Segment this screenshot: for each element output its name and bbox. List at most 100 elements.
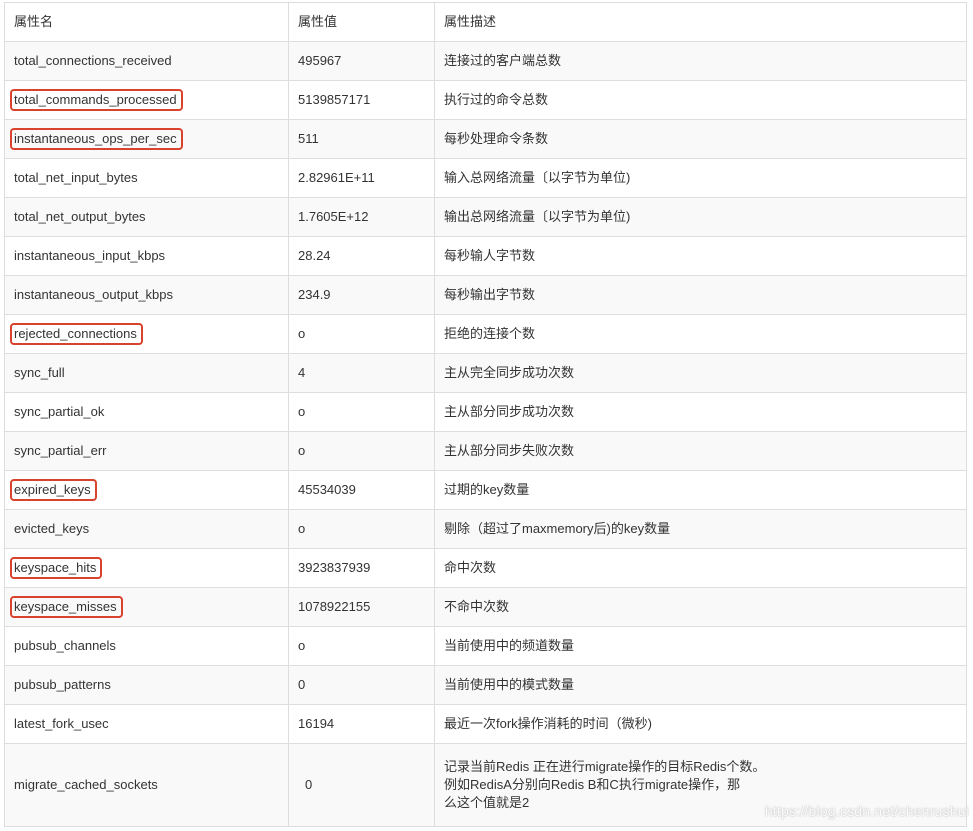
attr-name: migrate_cached_sockets — [5, 744, 289, 826]
attr-description: 主从部分同步成功次数 — [444, 404, 575, 419]
attr-name-highlighted: keyspace_hits — [10, 557, 103, 579]
attr-name-cell: expired_keys — [5, 471, 289, 509]
attr-name-cell: latest_fork_usec — [5, 705, 289, 743]
table-row: keyspace_misses 1078922155 不命中次数 — [5, 587, 966, 626]
attr-value: 511 — [289, 120, 435, 158]
table-row: latest_fork_usec 16194 最近一次fork操作消耗的时间（微秒) — [5, 704, 966, 743]
table-row: instantaneous_ops_per_sec 511 每秒处理命令条数 — [5, 119, 966, 158]
attr-name-cell: total_net_output_bytes — [5, 198, 289, 236]
attr-name-cell: sync_partial_ok — [5, 393, 289, 431]
attr-name-cell: rejected_connections — [5, 315, 289, 353]
table-row: instantaneous_output_kbps 234.9 每秒输出字节数 — [5, 275, 966, 314]
attr-name-cell: pubsub_patterns — [5, 666, 289, 704]
attr-description: 每秒处理命令条数 — [444, 131, 549, 146]
attr-name-cell: total_commands_processed — [5, 81, 289, 119]
table-row: total_commands_processed 5139857171 执行过的命令… — [5, 80, 966, 119]
table-row: total_net_output_bytes 1.7605E+12 输出总网络流量〔… — [5, 197, 966, 236]
attr-description: 拒绝的连接个数 — [444, 326, 536, 341]
attr-description: 输出总网络流量〔以字节为单位) — [444, 209, 631, 224]
attr-value: 3923837939 — [289, 549, 435, 587]
attr-name-cell: sync_full — [5, 354, 289, 392]
table-row: sync_full 4 主从完全同步成功次数 — [5, 353, 966, 392]
attr-name-cell: instantaneous_ops_per_sec — [5, 120, 289, 158]
table-row: evicted_keys o 剔除（超过了maxmemory后)的key数量 — [5, 509, 966, 548]
header-name: 属性名 — [5, 3, 289, 41]
table-header-row: 属性名 属性值 属性描述 — [5, 3, 966, 41]
table-row: instantaneous_input_kbps 28.24 每秒输人字节数 — [5, 236, 966, 275]
table-body: total_connections_received 495967 连接过的客户端总… — [5, 41, 966, 743]
attr-value: o — [289, 432, 435, 470]
attr-name-cell: keyspace_misses — [5, 588, 289, 626]
attr-value: o — [289, 393, 435, 431]
table-row: total_connections_received 495967 连接过的客户端总… — [5, 41, 966, 80]
attr-name-cell: total_connections_received — [5, 42, 289, 80]
table-row: pubsub_patterns 0 当前使用中的模式数量 — [5, 665, 966, 704]
attr-name-cell: instantaneous_output_kbps — [5, 276, 289, 314]
attr-name: total_net_input_bytes — [14, 170, 138, 185]
attr-name-cell: total_net_input_bytes — [5, 159, 289, 197]
attr-name: total_connections_received — [14, 53, 172, 68]
watermark-url: https://blog.csdn.net/chenrushui — [764, 803, 969, 819]
attr-description: 过期的key数量 — [444, 482, 530, 497]
attr-description-line: 例如RedisA分别向Redis B和C执行migrate操作，那 — [444, 777, 741, 792]
attr-name: instantaneous_output_kbps — [14, 287, 174, 302]
attr-description: 连接过的客户端总数 — [444, 53, 562, 68]
attr-value: 2.82961E+11 — [289, 159, 435, 197]
attr-description: 输入总网络流量〔以字节为单位) — [444, 170, 631, 185]
attr-name: evicted_keys — [14, 521, 90, 536]
attr-description-line: 记录当前Redis 正在进行migrate操作的目标Redis个数。 — [444, 759, 766, 774]
attr-name: instantaneous_input_kbps — [14, 248, 166, 263]
attr-value: 495967 — [289, 42, 435, 80]
attr-name: sync_full — [14, 365, 65, 380]
table-row: total_net_input_bytes 2.82961E+11 输入总网络流量〔… — [5, 158, 966, 197]
attr-name: sync_partial_err — [14, 443, 107, 458]
header-value: 属性值 — [289, 3, 435, 41]
attr-name-cell: instantaneous_input_kbps — [5, 237, 289, 275]
attr-name-cell: keyspace_hits — [5, 549, 289, 587]
attr-description: 每秒输出字节数 — [444, 287, 536, 302]
table-row: pubsub_channels o 当前使用中的频道数量 — [5, 626, 966, 665]
redis-info-stats-table: 属性名 属性值 属性描述 total_connections_received 4… — [4, 2, 967, 827]
attr-value: 0 — [289, 744, 435, 826]
attr-description: 不命中次数 — [444, 599, 510, 614]
attr-name-cell: evicted_keys — [5, 510, 289, 548]
attr-value: 1.7605E+12 — [289, 198, 435, 236]
attr-description: 剔除（超过了maxmemory后)的key数量 — [444, 521, 671, 536]
attr-name-cell: pubsub_channels — [5, 627, 289, 665]
attr-name: latest_fork_usec — [14, 716, 109, 731]
attr-description: 主从部分同步失败次数 — [444, 443, 575, 458]
header-description: 属性描述 — [444, 14, 497, 29]
attr-value: 0 — [289, 666, 435, 704]
attr-value: o — [289, 315, 435, 353]
attr-value: 234.9 — [289, 276, 435, 314]
table-row: expired_keys 45534039 过期的key数量 — [5, 470, 966, 509]
attr-name-highlighted: keyspace_misses — [10, 596, 123, 618]
attr-value: o — [289, 510, 435, 548]
attr-name: total_net_output_bytes — [14, 209, 146, 224]
attr-description: 命中次数 — [444, 560, 497, 575]
attr-value: 5139857171 — [289, 81, 435, 119]
attr-description-line: 么这个值就是2 — [444, 795, 530, 810]
attr-name-highlighted: expired_keys — [10, 479, 97, 501]
table-row: sync_partial_ok o 主从部分同步成功次数 — [5, 392, 966, 431]
attr-description: 当前使用中的模式数量 — [444, 677, 575, 692]
attr-value: 1078922155 — [289, 588, 435, 626]
attr-description: 最近一次fork操作消耗的时间（微秒) — [444, 716, 653, 731]
attr-name: sync_partial_ok — [14, 404, 105, 419]
attr-description: 主从完全同步成功次数 — [444, 365, 575, 380]
attr-name: pubsub_patterns — [14, 677, 111, 692]
attr-name-highlighted: instantaneous_ops_per_sec — [10, 128, 183, 150]
attr-name: pubsub_channels — [14, 638, 116, 653]
attr-name-highlighted: rejected_connections — [10, 323, 143, 345]
table-row: keyspace_hits 3923837939 命中次数 — [5, 548, 966, 587]
attr-value: 16194 — [289, 705, 435, 743]
attr-value: 4 — [289, 354, 435, 392]
attr-name-cell: sync_partial_err — [5, 432, 289, 470]
attr-value: 45534039 — [289, 471, 435, 509]
table-row: sync_partial_err o 主从部分同步失败次数 — [5, 431, 966, 470]
attr-description: 当前使用中的频道数量 — [444, 638, 575, 653]
attr-value: o — [289, 627, 435, 665]
table-row: rejected_connections o 拒绝的连接个数 — [5, 314, 966, 353]
attr-description: 执行过的命令总数 — [444, 92, 549, 107]
attr-description: 每秒输人字节数 — [444, 248, 536, 263]
